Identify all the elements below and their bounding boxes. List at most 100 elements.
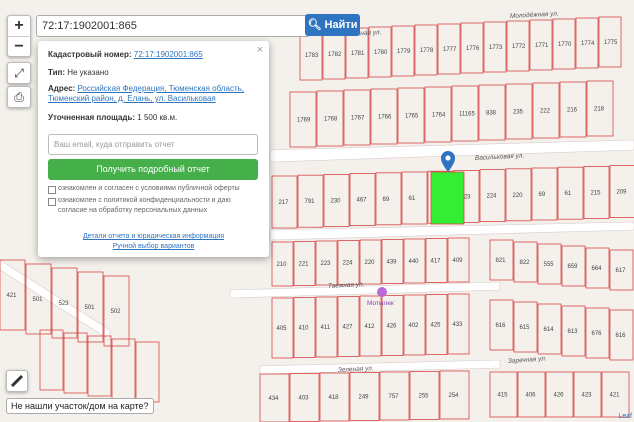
parcel-number-label: 440 bbox=[409, 259, 420, 265]
parcel-number-label: 501 bbox=[85, 305, 96, 311]
parcel-number-label: 426 bbox=[554, 393, 565, 399]
parcel-number-label: 403 bbox=[299, 396, 310, 402]
privacy-checkbox[interactable] bbox=[48, 198, 56, 206]
parcel-number-label: 1773 bbox=[489, 45, 503, 51]
parcel-number-label: 405 bbox=[277, 326, 288, 332]
parcel-number-label: 1781 bbox=[351, 51, 365, 57]
parcel-number-label: 1770 bbox=[558, 42, 572, 48]
parcel-number-label: 838 bbox=[486, 111, 497, 117]
parcel-number-label: 426 bbox=[387, 324, 398, 330]
not-found-button[interactable]: Не нашли участок/дом на карте? bbox=[6, 398, 154, 414]
attribution-link[interactable]: Leaf bbox=[618, 413, 632, 420]
parcel-number-label: 221 bbox=[299, 262, 310, 268]
parcel-number-label: 555 bbox=[544, 262, 555, 268]
zoom-in-button[interactable]: + bbox=[8, 16, 30, 37]
parcel-number-label: 664 bbox=[592, 266, 603, 272]
type-value: Не указано bbox=[67, 68, 109, 77]
parcel-number-label: 616 bbox=[616, 333, 627, 339]
parcel-number-label: 1766 bbox=[378, 115, 392, 121]
parcel-number-label: 467 bbox=[357, 198, 368, 204]
parcel-number-label: 220 bbox=[365, 260, 376, 266]
find-button[interactable]: 🔍︎ Найти bbox=[305, 14, 360, 36]
find-label: Найти bbox=[324, 19, 358, 31]
parcel-number-label: 615 bbox=[520, 325, 531, 331]
parcel-number-label: 61 bbox=[565, 191, 572, 197]
parcel-number-label: 821 bbox=[496, 258, 507, 264]
parcel-number-label: 613 bbox=[568, 329, 579, 335]
parcel-number-label: 616 bbox=[496, 323, 507, 329]
parcel-number-label: 1771 bbox=[535, 43, 549, 49]
parcel-number-label: 409 bbox=[453, 258, 464, 264]
email-field[interactable]: Ваш email, куда отправить отчет bbox=[48, 134, 258, 155]
parcel-number-label: 69 bbox=[383, 197, 390, 203]
search-input[interactable]: 72:17:1902001:865 bbox=[36, 15, 310, 37]
parcel-number-label: 423 bbox=[582, 393, 593, 399]
parcel-number-label: 791 bbox=[305, 199, 316, 205]
parcel-number-label: 249 bbox=[359, 395, 370, 401]
parcel-number-label: 216 bbox=[567, 108, 578, 114]
parcel-number-label: 1779 bbox=[397, 49, 411, 55]
parcel-number-label: 402 bbox=[409, 323, 420, 329]
parcel-number-label: 235 bbox=[513, 110, 524, 116]
parcel-number-label: 501 bbox=[33, 297, 44, 303]
parcel-number-label: 502 bbox=[111, 309, 122, 315]
parcel-number-label: 1769 bbox=[297, 118, 311, 124]
parcel-number-label: 659 bbox=[568, 264, 579, 270]
address-label: Адрес: bbox=[48, 84, 76, 93]
parcel-number-label: 614 bbox=[544, 327, 555, 333]
parcel-number-label: 1768 bbox=[324, 117, 338, 123]
parcel-number-label: 1764 bbox=[432, 113, 446, 119]
parcel-number-label: 822 bbox=[520, 260, 531, 266]
details-link[interactable]: Детали отчета и юридическая информация bbox=[48, 232, 259, 242]
parcel-number-label: 418 bbox=[329, 395, 340, 401]
parcel-number-label: 406 bbox=[526, 393, 537, 399]
fullscreen-button[interactable]: ⤢ bbox=[7, 62, 31, 84]
parcel-number-label: 255 bbox=[419, 394, 430, 400]
parcel-number-label: 676 bbox=[592, 331, 603, 337]
parcel-number-label: 210 bbox=[277, 262, 288, 268]
parcel-number-label: 433 bbox=[453, 322, 464, 328]
svg-text:Мотылек: Мотылек bbox=[367, 300, 394, 307]
parcel-number-label: 220 bbox=[513, 193, 524, 199]
zoom-out-button[interactable]: − bbox=[8, 37, 30, 57]
parcel-number-label: 224 bbox=[343, 261, 354, 267]
offer-consent-label: ознакомлен и согласен с условиями публич… bbox=[58, 185, 240, 192]
address-link-line2[interactable]: Тюменский район, д. Елань, ул. Васильков… bbox=[48, 94, 216, 103]
parcel-number-label: 217 bbox=[279, 200, 290, 206]
offer-checkbox[interactable] bbox=[48, 186, 56, 194]
parcel-number-label: 11165 bbox=[459, 112, 475, 118]
parcel-number-label: 410 bbox=[299, 326, 310, 332]
parcel-number-label: 421 bbox=[7, 293, 18, 299]
get-report-button[interactable]: Получить подробный отчет bbox=[48, 159, 258, 180]
parcel-number-label: 230 bbox=[331, 198, 342, 204]
print-button[interactable]: ⎙ bbox=[7, 86, 31, 108]
manual-select-link[interactable]: Ручной выбор вариантов bbox=[48, 242, 259, 252]
parcel-info-popup: × Кадастровый номер: 72:17:1902001:865 Т… bbox=[38, 41, 269, 257]
parcel-number-label: 1772 bbox=[512, 44, 526, 50]
parcel-number-label: 617 bbox=[616, 268, 627, 274]
area-value: 1 500 кв.м. bbox=[137, 113, 178, 122]
address-link-line1[interactable]: Российская Федерация, Тюменская область, bbox=[77, 84, 244, 93]
area-label: Уточненная площадь: bbox=[48, 113, 136, 122]
parcel-number-label: 427 bbox=[343, 325, 354, 331]
parcel-number-label: 69 bbox=[539, 192, 546, 198]
parcel-number-label: 224 bbox=[487, 194, 498, 200]
cadastral-link[interactable]: 72:17:1902001:865 bbox=[134, 50, 203, 59]
parcel-number-label: 1776 bbox=[466, 46, 480, 52]
parcel-number-label: 1778 bbox=[420, 48, 434, 54]
parcel-number-label: 411 bbox=[321, 325, 331, 331]
parcel-number-label: 1783 bbox=[305, 53, 319, 59]
search-icon: 🔍︎ bbox=[307, 19, 322, 31]
printer-icon: ⎙ bbox=[14, 90, 24, 104]
ruler-icon bbox=[10, 374, 24, 388]
parcel-number-label: 1777 bbox=[443, 47, 457, 53]
parcel-number-label: 61 bbox=[409, 196, 416, 202]
parcel-number-label: 434 bbox=[269, 396, 280, 402]
parcel-number-label: 254 bbox=[449, 393, 460, 399]
ruler-button[interactable] bbox=[6, 370, 28, 392]
selected-parcel[interactable] bbox=[430, 171, 465, 225]
parcel-number-label: 215 bbox=[591, 190, 602, 196]
parcel-number-label: 1775 bbox=[604, 40, 618, 46]
parcel-number-label: 209 bbox=[617, 190, 628, 196]
parcel-number-label: 415 bbox=[498, 393, 509, 399]
